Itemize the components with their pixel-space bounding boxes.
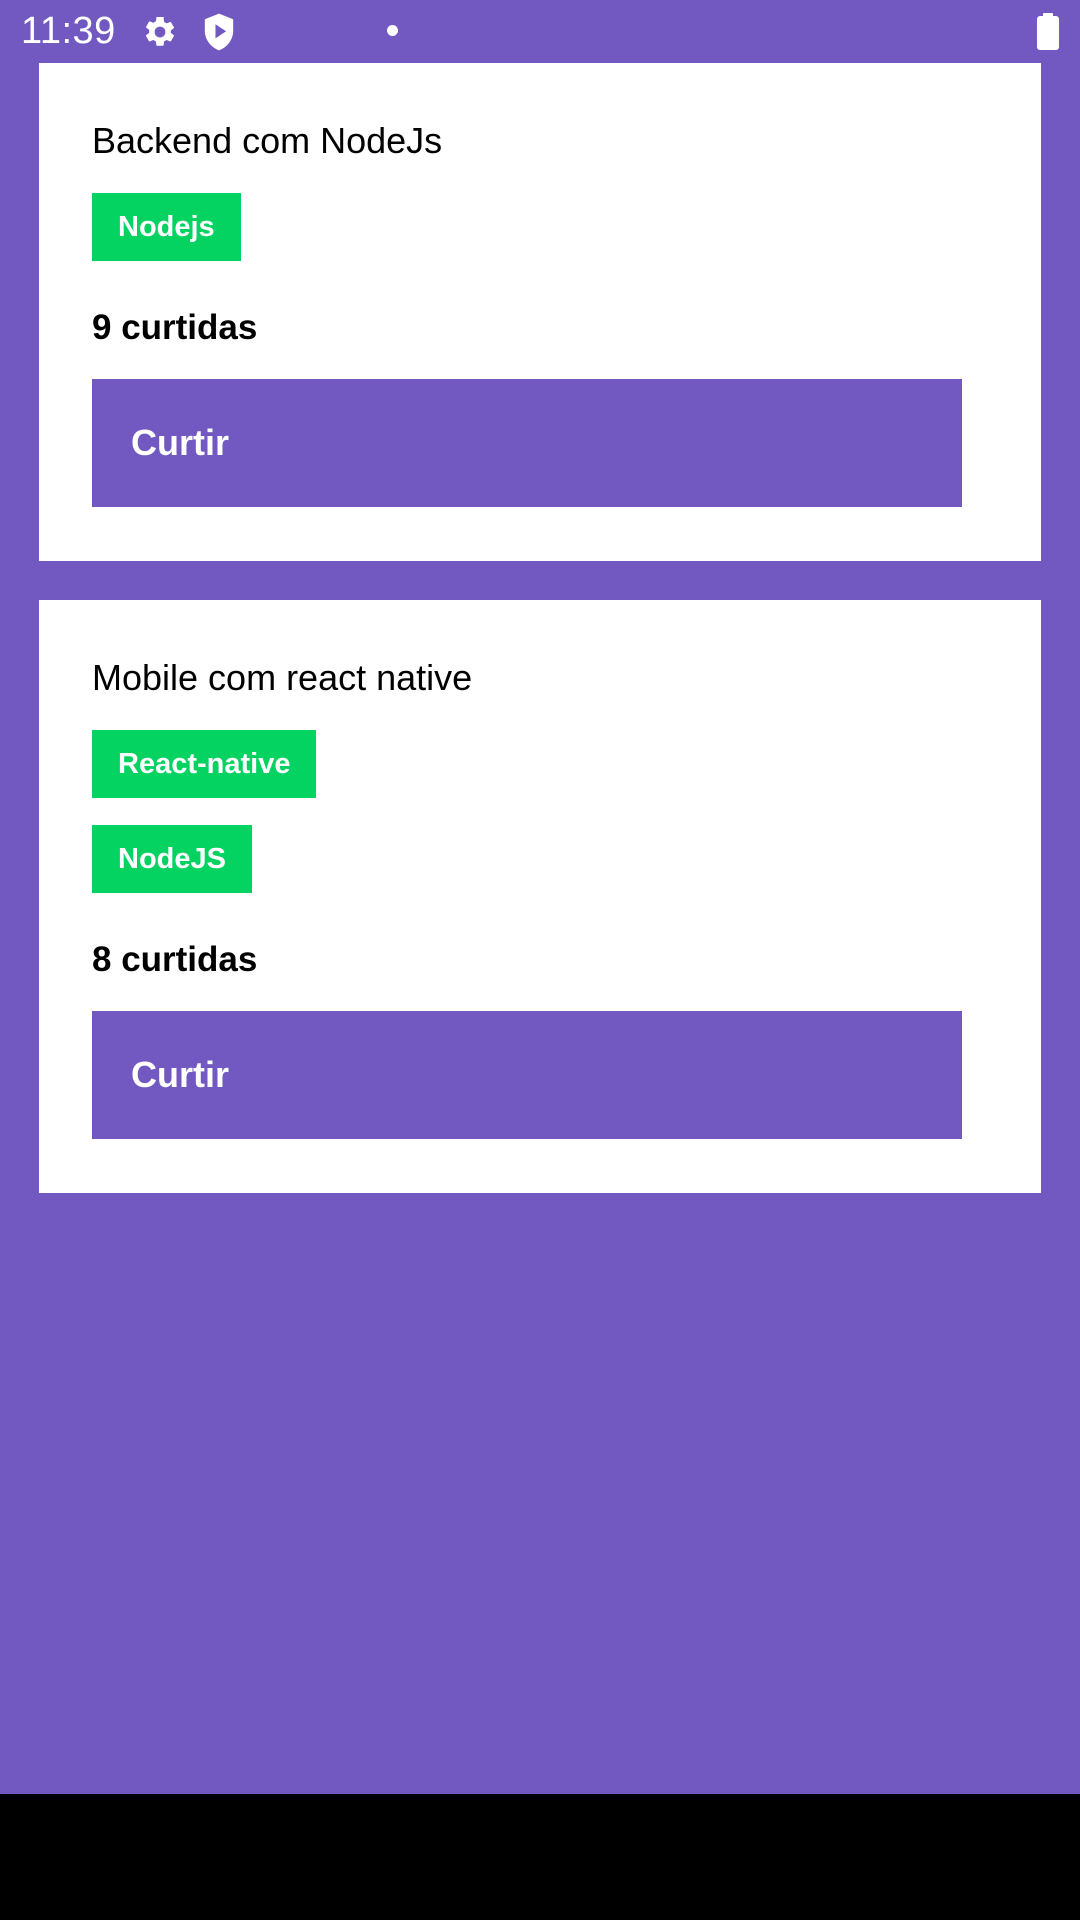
like-button[interactable]: Curtir <box>92 379 962 507</box>
tech-tag: NodeJS <box>92 825 252 893</box>
repository-title: Backend com NodeJs <box>92 120 443 161</box>
gear-icon <box>145 16 175 46</box>
status-bar: 11:39 <box>0 0 1080 63</box>
shield-play-icon <box>204 13 234 51</box>
status-time: 11:39 <box>21 10 116 52</box>
likes-count: 9 curtidas <box>92 308 258 347</box>
notification-dot-icon <box>387 25 398 36</box>
likes-count: 8 curtidas <box>92 940 258 979</box>
tech-tag: Nodejs <box>92 193 241 261</box>
navigation-bar <box>0 1794 1080 1920</box>
tech-tag: React-native <box>92 730 317 798</box>
repository-card: Mobile com react native React-native Nod… <box>39 600 1041 1193</box>
repository-title: Mobile com react native <box>92 657 473 698</box>
battery-icon <box>1037 13 1059 50</box>
like-button[interactable]: Curtir <box>92 1011 962 1139</box>
repository-card: Backend com NodeJs Nodejs 9 curtidas Cur… <box>39 63 1041 561</box>
